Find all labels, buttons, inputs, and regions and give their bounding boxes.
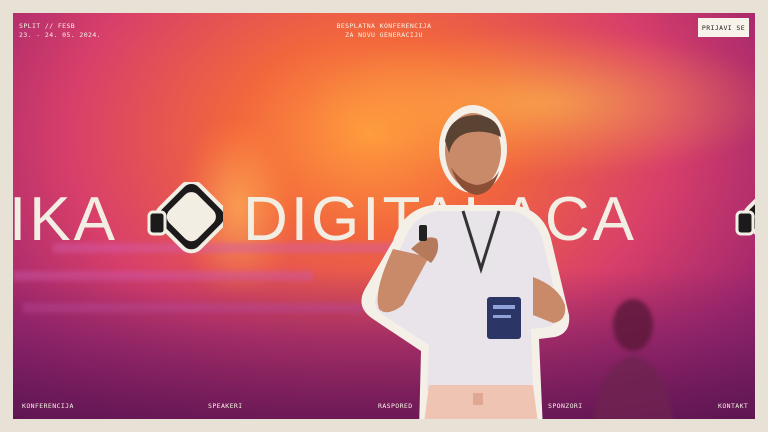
hero-background: IKA DIGITALACA [13, 13, 755, 419]
arrow-logo-icon [735, 182, 755, 254]
event-tagline: BESPLATNA KONFERENCIJA ZA NOVU GENERACIJ… [300, 22, 468, 40]
tagline-line-1: BESPLATNA KONFERENCIJA [336, 22, 432, 30]
signup-button[interactable]: PRIJAVI SE [698, 18, 749, 37]
nav-item-kontakt[interactable]: KONTAKT [718, 402, 748, 410]
bottom-navigation: KONFERENCIJA SPEAKERI RASPORED SPONZORI … [0, 400, 768, 414]
nav-item-raspored[interactable]: RASPORED [378, 402, 413, 410]
speaker-photo [361, 105, 570, 419]
marquee-fragment-left: IKA [13, 185, 118, 254]
nav-item-sponzori[interactable]: SPONZORI [548, 402, 583, 410]
event-date: 23. - 24. 05. 2024. [19, 31, 101, 39]
event-location: SPLIT // FESB [19, 22, 76, 30]
event-meta: SPLIT // FESB 23. - 24. 05. 2024. [19, 22, 101, 40]
arrow-logo-icon [147, 182, 223, 254]
nav-item-konferencija[interactable]: KONFERENCIJA [22, 402, 74, 410]
tagline-line-2: ZA NOVU GENERACIJU [345, 31, 423, 39]
nav-item-speakeri[interactable]: SPEAKERI [208, 402, 243, 410]
